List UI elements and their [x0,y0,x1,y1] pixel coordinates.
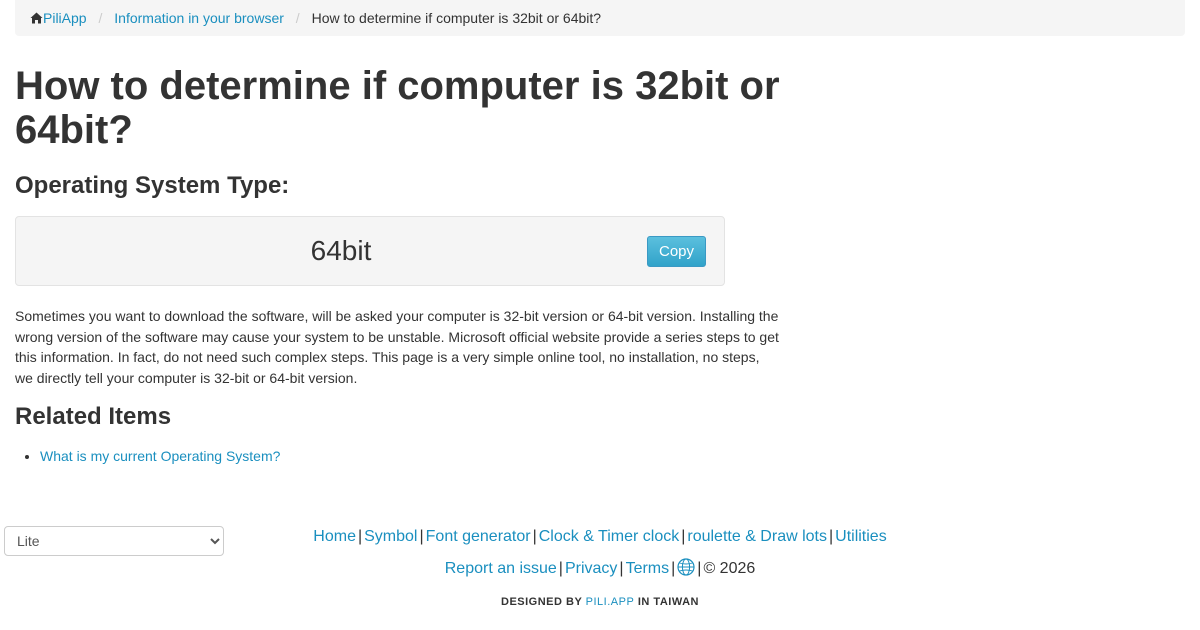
breadcrumb: PiliApp / Information in your browser / … [15,0,1185,36]
footer-link-clock-timer[interactable]: Clock & Timer clock [539,528,679,545]
related-items-list: What is my current Operating System? [15,446,280,466]
copyright-text: © 2026 [703,560,756,577]
breadcrumb-section-link[interactable]: Information in your browser [114,10,284,26]
breadcrumb-current: How to determine if computer is 32bit or… [311,10,602,26]
page-title: How to determine if computer is 32bit or… [15,64,780,152]
footer-link-utilities[interactable]: Utilities [835,528,887,545]
home-icon [30,12,43,24]
credit-prefix: DESIGNED BY [501,596,583,608]
footer-divider: | [357,528,363,545]
footer-links-secondary: Report an issue | Privacy | Terms | | © 2026 [0,558,1200,580]
footer-divider: | [558,560,563,577]
result-panel: 64bit Copy [15,216,725,286]
footer-link-privacy[interactable]: Privacy [565,560,617,577]
footer-link-report-issue[interactable]: Report an issue [445,560,557,577]
designer-credit: DESIGNED BY PILI.APP IN TAIWAN [0,594,1200,610]
list-item: What is my current Operating System? [40,446,280,466]
footer-divider: | [419,528,424,545]
related-item-link[interactable]: What is my current Operating System? [40,448,280,464]
footer-divider: | [619,560,624,577]
os-bit-result: 64bit [310,235,372,266]
footer-link-home[interactable]: Home [313,528,356,545]
breadcrumb-separator: / [98,10,103,26]
footer-divider: | [828,528,834,545]
footer-links-primary: Home | Symbol | Font generator | Clock & Timer… [0,526,1200,548]
footer-link-roulette[interactable]: roulette & Draw lots [687,528,827,545]
footer-divider: | [532,528,537,545]
breadcrumb-home-link[interactable]: PiliApp [30,10,90,26]
language-link[interactable] [677,558,695,577]
copy-button[interactable]: Copy [647,236,706,267]
breadcrumb-separator: / [295,10,300,26]
credit-suffix: IN TAIWAN [637,596,699,608]
os-type-heading: Operating System Type: [15,172,290,199]
footer-link-font-generator[interactable]: Font generator [426,528,531,545]
description-text: Sometimes you want to download the softw… [15,308,779,386]
footer-link-terms[interactable]: Terms [626,560,670,577]
footer-link-symbol[interactable]: Symbol [364,528,417,545]
globe-icon [677,558,695,576]
breadcrumb-home-label: PiliApp [43,10,87,26]
related-items-heading: Related Items [15,403,172,430]
credit-brand-link[interactable]: PILI.APP [586,596,635,608]
